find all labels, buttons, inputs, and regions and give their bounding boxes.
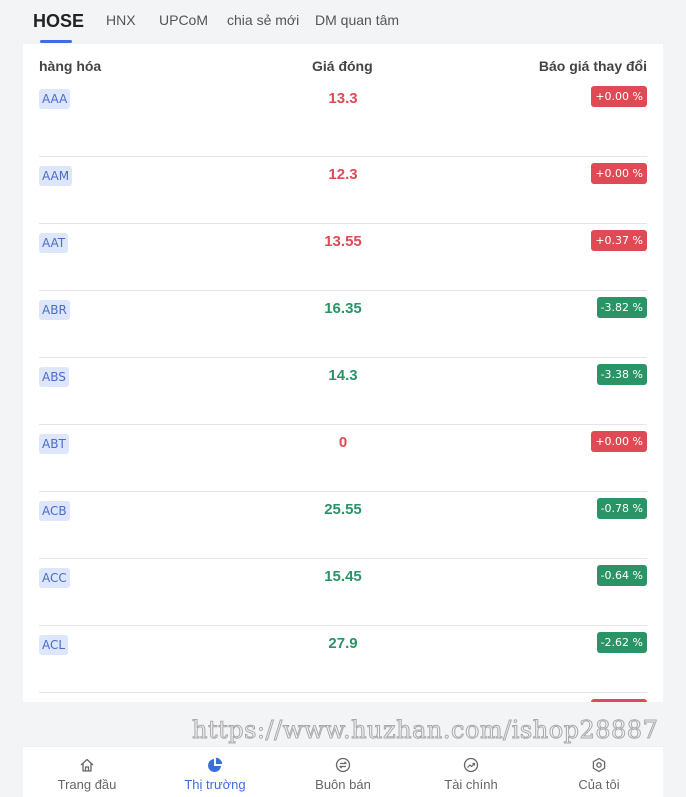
stock-row[interactable]: ACL 27.9 -2.62 % bbox=[39, 625, 647, 693]
stock-row[interactable]: AAT 13.55 +0.37 % bbox=[39, 223, 647, 291]
close-price: 13.55 bbox=[324, 233, 362, 250]
column-header-close-price: Giá đóng bbox=[312, 58, 373, 74]
stock-row[interactable]: AAM 12.3 +0.00 % bbox=[39, 156, 647, 224]
nav-item-profile[interactable]: Của tôi bbox=[535, 747, 663, 797]
home-icon bbox=[80, 758, 94, 772]
price-change-badge: -0.64 % bbox=[596, 565, 647, 586]
close-price: 25.55 bbox=[324, 501, 362, 518]
column-header-change: Báo giá thay đổi bbox=[538, 58, 647, 74]
close-price: 14.3 bbox=[328, 367, 358, 384]
price-change-badge: -2.62 % bbox=[596, 632, 647, 653]
ticker-symbol: ABR bbox=[39, 300, 70, 320]
stock-row[interactable]: ACB 25.55 -0.78 % bbox=[39, 491, 647, 559]
nav-label-finance: Tài chính bbox=[444, 777, 498, 792]
stock-list-card: hàng hóa Giá đóng Báo giá thay đổi AAA 13… bbox=[23, 44, 663, 702]
nav-label-profile: Của tôi bbox=[578, 777, 620, 792]
stock-row[interactable]: ADS45.6+0.55 % bbox=[39, 692, 647, 702]
nav-label-market: Thị trường bbox=[184, 777, 246, 792]
stock-row[interactable]: ABS 14.3 -3.38 % bbox=[39, 357, 647, 425]
price-change-badge: +0.55 % bbox=[591, 699, 647, 702]
active-tab-indicator bbox=[40, 40, 72, 43]
stock-row[interactable]: ABR 16.35 -3.82 % bbox=[39, 290, 647, 358]
close-price: 16.35 bbox=[324, 300, 362, 317]
close-price: 27.9 bbox=[328, 635, 358, 652]
nav-item-finance[interactable]: Tài chính bbox=[407, 747, 535, 797]
ticker-symbol: ACL bbox=[39, 635, 69, 655]
market-tabs: HOSE HNX UPCoM chia sẻ mới DM quan tâm bbox=[0, 0, 686, 44]
column-header-symbol: hàng hóa bbox=[39, 58, 102, 74]
tab-watchlist[interactable]: DM quan tâm bbox=[315, 12, 399, 28]
ticker-symbol: AAA bbox=[39, 89, 71, 109]
nav-label-trade: Buôn bán bbox=[315, 777, 371, 792]
price-change-badge: +0.00 % bbox=[591, 163, 647, 184]
price-change-badge: -3.82 % bbox=[596, 297, 647, 318]
nav-label-home: Trang đầu bbox=[57, 777, 117, 792]
close-price: 15.45 bbox=[324, 568, 362, 585]
tab-hnx[interactable]: HNX bbox=[106, 12, 136, 28]
ticker-symbol: ABT bbox=[39, 434, 69, 454]
close-price: 13.3 bbox=[328, 90, 358, 107]
price-change-badge: +0.00 % bbox=[591, 86, 647, 107]
user-gear-icon bbox=[592, 757, 606, 773]
close-price: 12.3 bbox=[328, 166, 358, 183]
nav-item-market[interactable]: Thị trường bbox=[151, 747, 279, 797]
trend-icon bbox=[463, 757, 479, 773]
ticker-symbol: AAT bbox=[39, 233, 69, 253]
ticker-symbol: ABS bbox=[39, 367, 69, 387]
bottom-navigation: Trang đầu Thị trường Buôn bán Tài chính … bbox=[23, 746, 663, 797]
ticker-symbol: ACB bbox=[39, 501, 70, 521]
stock-row[interactable]: ACC 15.45 -0.64 % bbox=[39, 558, 647, 626]
pie-chart-icon bbox=[208, 757, 223, 772]
close-price: 0 bbox=[338, 434, 348, 451]
price-change-badge: -3.38 % bbox=[596, 364, 647, 385]
nav-item-home[interactable]: Trang đầu bbox=[23, 747, 151, 797]
exchange-icon bbox=[335, 757, 351, 773]
price-change-badge: -0.78 % bbox=[596, 498, 647, 519]
nav-item-trade[interactable]: Buôn bán bbox=[279, 747, 407, 797]
stock-row[interactable]: ABT 0 +0.00 % bbox=[39, 424, 647, 492]
price-change-badge: +0.00 % bbox=[591, 431, 647, 452]
ticker-symbol: ACC bbox=[39, 568, 70, 588]
tab-upcom[interactable]: UPCoM bbox=[159, 12, 208, 28]
price-change-badge: +0.37 % bbox=[591, 230, 647, 251]
tab-new-share[interactable]: chia sẻ mới bbox=[227, 12, 299, 28]
tab-hose[interactable]: HOSE bbox=[33, 11, 84, 32]
ticker-symbol: AAM bbox=[39, 166, 73, 186]
stock-row[interactable]: AAA 13.3 +0.00 % bbox=[39, 86, 647, 157]
watermark-text: https://www.huzhan.com/ishop28887 bbox=[191, 716, 659, 745]
